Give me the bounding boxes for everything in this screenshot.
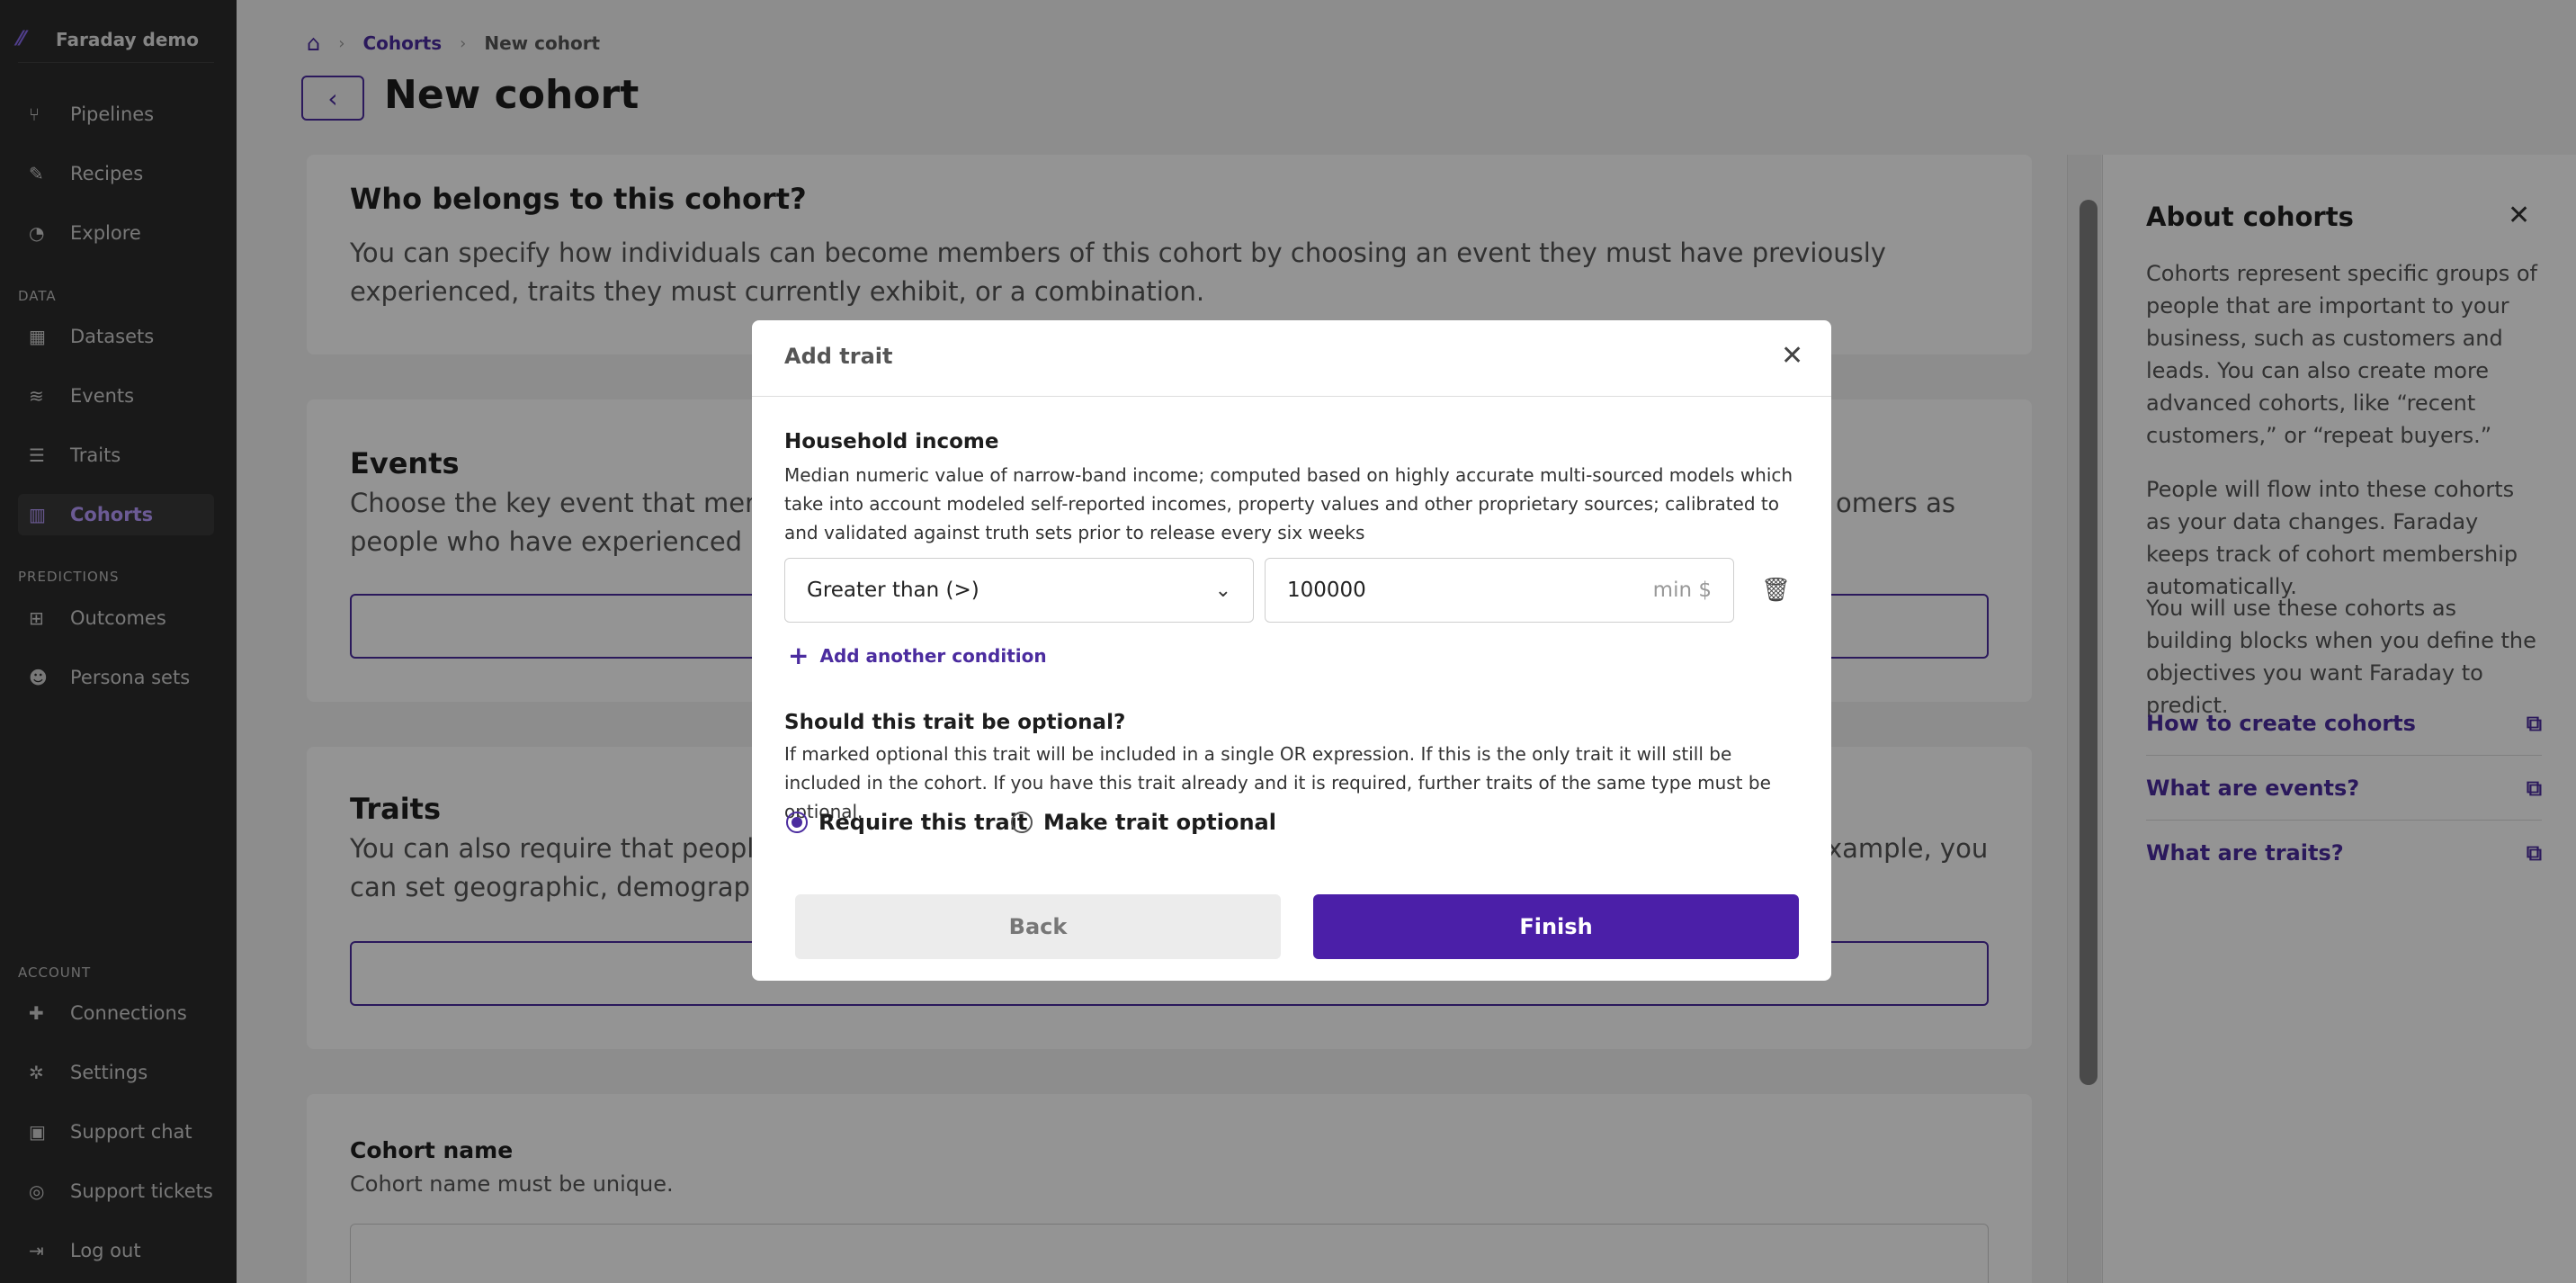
close-icon[interactable]: ✕ (1781, 340, 1803, 372)
add-condition-button[interactable]: + Add another condition (788, 641, 1047, 670)
add-trait-modal: Add trait ✕ Household income Median nume… (752, 320, 1831, 981)
operator-value: Greater than (>) (807, 579, 979, 602)
operator-select[interactable]: Greater than (>) ⌄ (784, 558, 1254, 623)
finish-button[interactable]: Finish (1313, 894, 1799, 959)
trash-icon[interactable]: 🗑 (1761, 577, 1791, 604)
back-button[interactable]: Back (795, 894, 1281, 959)
modal-title: Add trait (784, 344, 893, 369)
add-condition-label: Add another condition (819, 644, 1047, 667)
modal-header: Add trait ✕ (752, 320, 1831, 397)
trait-name: Household income (784, 430, 999, 453)
value-unit: min $ (1652, 579, 1712, 602)
radio-unselected-icon (1011, 812, 1033, 833)
optional-trait-label: Make trait optional (1043, 810, 1276, 835)
radio-selected-icon (786, 812, 808, 833)
value-text: 100000 (1287, 579, 1366, 602)
chevron-down-icon: ⌄ (1214, 579, 1231, 602)
require-trait-radio[interactable]: Require this trait (786, 810, 1027, 835)
require-trait-label: Require this trait (818, 810, 1028, 835)
optional-trait-radio[interactable]: Make trait optional (1011, 810, 1276, 835)
value-input[interactable]: 100000 min $ (1265, 558, 1734, 623)
plus-icon: + (788, 641, 809, 670)
trait-description: Median numeric value of narrow-band inco… (784, 464, 1793, 543)
optional-title: Should this trait be optional? (784, 711, 1126, 734)
